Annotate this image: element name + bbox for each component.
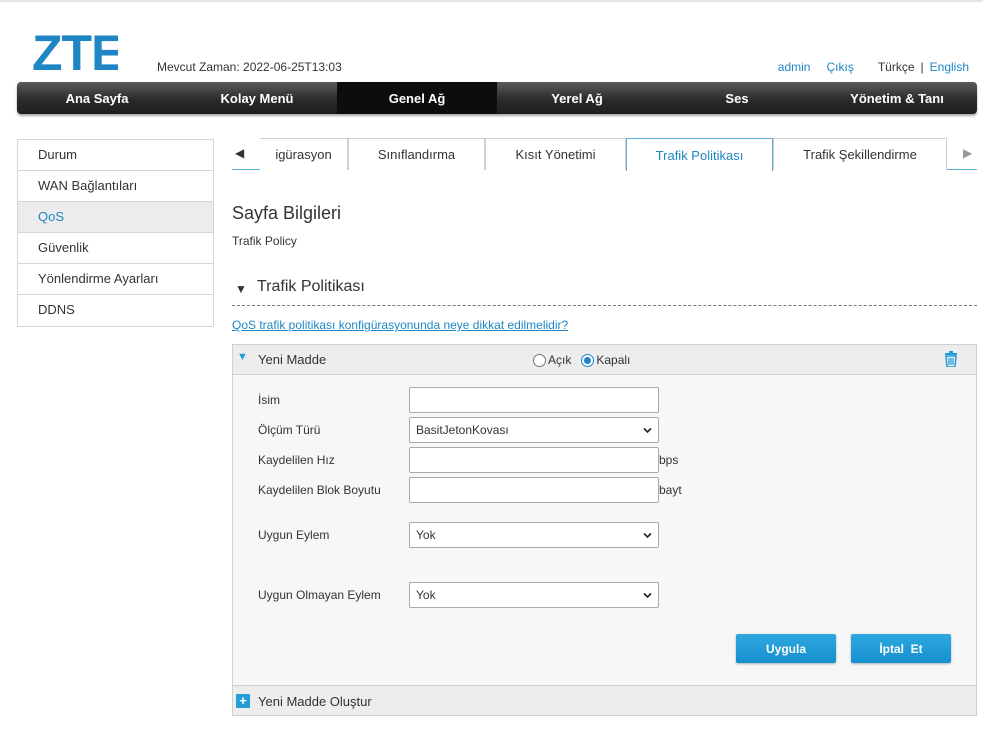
admin-link[interactable]: admin (778, 60, 811, 74)
collapse-triangle-icon: ▼ (235, 282, 247, 296)
svg-text:ZTE: ZTE (32, 28, 118, 74)
chevron-down-icon (643, 532, 652, 539)
main-nav: Ana Sayfa Kolay Menü Genel Ağ Yerel Ağ S… (17, 82, 977, 114)
chevron-down-icon (643, 427, 652, 434)
radio-kapali-label: Kapalı (596, 353, 631, 367)
name-input[interactable] (409, 387, 659, 413)
nav-item-ana-sayfa[interactable]: Ana Sayfa (17, 82, 177, 114)
nav-item-yerel-ag[interactable]: Yerel Ağ (497, 82, 657, 114)
sidebar-item-qos[interactable]: QoS (18, 202, 213, 233)
sidebar-item-yonlendirme[interactable]: Yönlendirme Ayarları (18, 264, 213, 295)
expand-triangle-icon[interactable]: ▼ (237, 351, 248, 363)
nav-item-ses[interactable]: Ses (657, 82, 817, 114)
conform-action-select[interactable]: Yok (409, 522, 659, 548)
tab-kisit-yonetimi[interactable]: Kısıt Yönetimi (485, 138, 626, 170)
tab-bar: ◀ igürasyon Sınıflandırma Kısıt Yönetimi… (232, 138, 977, 171)
zte-logo: ZTE (32, 28, 118, 74)
meter-type-select[interactable]: BasitJetonKovası (409, 417, 659, 443)
page-subtitle: Trafik Policy (232, 234, 297, 248)
header-links: admin Çıkış Türkçe | English (778, 60, 969, 74)
current-time: Mevcut Zaman: 2022-06-25T13:03 (157, 60, 342, 74)
nonconform-action-value: Yok (416, 588, 436, 602)
radio-acik[interactable] (533, 353, 546, 367)
sidebar-item-guvenlik[interactable]: Güvenlik (18, 233, 213, 264)
panel-header: ▼ Yeni Madde Açık Kapalı (233, 345, 976, 375)
radio-acik-label: Açık (548, 353, 572, 367)
section-title: Trafik Politikası (257, 278, 365, 295)
tab-siniflandirma[interactable]: Sınıflandırma (348, 138, 485, 170)
tab-scroll-left-icon[interactable]: ◀ (235, 146, 244, 160)
chevron-down-icon (643, 592, 652, 599)
language-separator: | (920, 60, 924, 74)
sidebar-item-ddns[interactable]: DDNS (18, 295, 213, 326)
logout-link[interactable]: Çıkış (826, 60, 853, 74)
nonconform-action-select[interactable]: Yok (409, 582, 659, 608)
panel-title: Yeni Madde (258, 352, 327, 367)
rate-unit: bps (659, 453, 679, 467)
nav-item-genel-ag[interactable]: Genel Ağ (337, 82, 497, 114)
top-divider (0, 0, 983, 2)
block-size-input[interactable] (409, 477, 659, 503)
nav-item-yonetim[interactable]: Yönetim & Tanı (817, 82, 977, 114)
tab-trafik-politikasi[interactable]: Trafik Politikası (626, 138, 773, 171)
radio-kapali[interactable] (581, 353, 595, 367)
meter-type-value: BasitJetonKovası (416, 423, 509, 437)
tab-konfigurasyon[interactable]: igürasyon (260, 138, 348, 170)
conform-action-value: Yok (416, 528, 436, 542)
apply-button[interactable]: Uygula (736, 634, 836, 663)
conform-action-label: Uygun Eylem (258, 528, 330, 542)
sidebar: Durum WAN Bağlantıları QoS Güvenlik Yönl… (17, 139, 214, 327)
plus-icon[interactable]: + (236, 694, 250, 708)
nonconform-action-label: Uygun Olmayan Eylem (258, 588, 381, 602)
meter-type-label: Ölçüm Türü (258, 423, 321, 437)
tab-trafik-sekillendirme[interactable]: Trafik Şekillendirme (773, 138, 947, 170)
tab-scroll-right-icon[interactable]: ▶ (963, 146, 972, 160)
nav-item-kolay-menu[interactable]: Kolay Menü (177, 82, 337, 114)
panel-footer[interactable]: + Yeni Madde Oluştur (233, 685, 976, 715)
rate-label: Kaydelilen Hız (258, 453, 335, 467)
language-english-link[interactable]: English (930, 60, 969, 74)
page-title: Sayfa Bilgileri (232, 203, 342, 223)
sidebar-item-wan[interactable]: WAN Bağlantıları (18, 171, 213, 202)
policy-panel: ▼ Yeni Madde Açık Kapalı İsim Ölçüm Türü… (232, 344, 977, 716)
trash-icon[interactable] (944, 351, 958, 367)
help-link[interactable]: QoS trafik politikası konfigürasyonunda … (232, 318, 568, 332)
language-current: Türkçe (877, 60, 915, 74)
sidebar-item-durum[interactable]: Durum (18, 140, 213, 171)
block-size-unit: bayt (659, 483, 682, 497)
name-label: İsim (258, 393, 280, 407)
rate-input[interactable] (409, 447, 659, 473)
create-new-label: Yeni Madde Oluştur (258, 694, 372, 709)
block-size-label: Kaydelilen Blok Boyutu (258, 483, 381, 497)
section-header[interactable]: ▼ Trafik Politikası (232, 278, 977, 306)
cancel-button[interactable]: İptal Et (851, 634, 951, 663)
enable-radio-group: Açık Kapalı (533, 353, 630, 367)
